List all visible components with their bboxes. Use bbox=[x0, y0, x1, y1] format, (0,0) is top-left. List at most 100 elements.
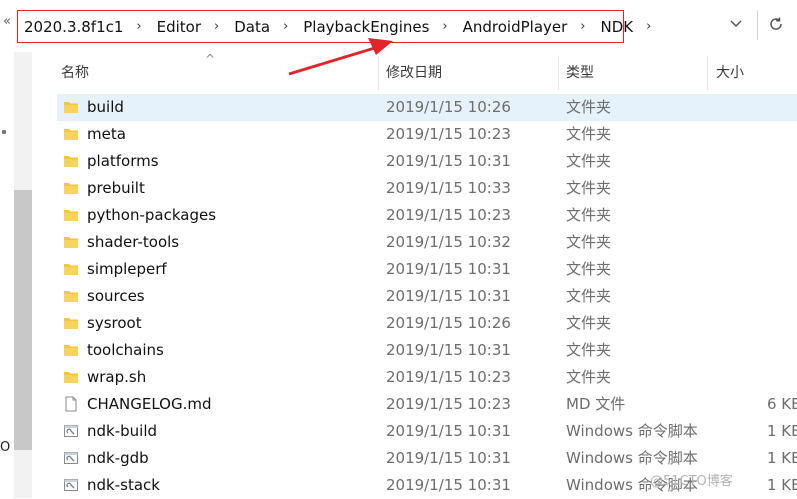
folder-icon bbox=[63, 369, 79, 385]
file-row[interactable]: ndk-gdb 2019/1/15 10:31 Windows 命令脚本 1 KB bbox=[57, 445, 797, 472]
file-size: 1 KB bbox=[767, 422, 797, 440]
address-bar: « 2020.3.8f1c1 › Editor › Data › Playbac… bbox=[0, 0, 797, 50]
file-type: 文件夹 bbox=[566, 98, 612, 116]
file-date: 2019/1/15 10:23 bbox=[386, 125, 511, 143]
breadcrumb-separator-icon[interactable]: › bbox=[431, 19, 460, 34]
file-date: 2019/1/15 10:31 bbox=[386, 260, 511, 278]
script-icon bbox=[63, 423, 79, 439]
file-type: 文件夹 bbox=[566, 206, 612, 224]
file-row[interactable]: platforms 2019/1/15 10:31 文件夹 bbox=[57, 148, 797, 175]
file-name: ndk-gdb bbox=[87, 449, 149, 467]
breadcrumb-separator-icon[interactable]: › bbox=[125, 19, 154, 34]
sort-ascending-icon: ^ bbox=[205, 52, 216, 66]
file-date: 2019/1/15 10:31 bbox=[386, 287, 511, 305]
file-date: 2019/1/15 10:33 bbox=[386, 179, 511, 197]
file-row[interactable]: build 2019/1/15 10:26 文件夹 bbox=[57, 94, 797, 121]
breadcrumb-item-data[interactable]: Data bbox=[232, 18, 272, 36]
breadcrumb-item-2020.3.8f1c1[interactable]: 2020.3.8f1c1 bbox=[22, 18, 125, 36]
file-row[interactable]: CHANGELOG.md 2019/1/15 10:23 MD 文件 6 KB bbox=[57, 391, 797, 418]
breadcrumb-separator-icon[interactable]: › bbox=[635, 19, 664, 34]
file-date: 2019/1/15 10:23 bbox=[386, 395, 511, 413]
file-date: 2019/1/15 10:26 bbox=[386, 98, 511, 116]
file-row[interactable]: meta 2019/1/15 10:23 文件夹 bbox=[57, 121, 797, 148]
column-divider[interactable] bbox=[378, 56, 379, 90]
file-size: 6 KB bbox=[767, 395, 797, 413]
folder-icon bbox=[63, 99, 79, 115]
script-icon bbox=[63, 450, 79, 466]
file-type: 文件夹 bbox=[566, 179, 612, 197]
file-row[interactable]: ndk-build 2019/1/15 10:31 Windows 命令脚本 1 KB bbox=[57, 418, 797, 445]
file-row[interactable]: simpleperf 2019/1/15 10:31 文件夹 bbox=[57, 256, 797, 283]
breadcrumb-separator-icon[interactable]: › bbox=[272, 19, 301, 34]
folder-icon bbox=[63, 207, 79, 223]
script-icon bbox=[63, 477, 79, 493]
file-row[interactable]: toolchains 2019/1/15 10:31 文件夹 bbox=[57, 337, 797, 364]
folder-icon bbox=[63, 180, 79, 196]
nav-item-partial-label[interactable]: O bbox=[0, 440, 10, 455]
breadcrumb-item-playbackengines[interactable]: PlaybackEngines bbox=[301, 18, 431, 36]
file-type: 文件夹 bbox=[566, 287, 612, 305]
file-name: toolchains bbox=[87, 341, 164, 359]
file-name: platforms bbox=[87, 152, 159, 170]
file-row[interactable]: sources 2019/1/15 10:31 文件夹 bbox=[57, 283, 797, 310]
file-date: 2019/1/15 10:26 bbox=[386, 314, 511, 332]
file-name: ndk-build bbox=[87, 422, 158, 440]
breadcrumb-item-ndk[interactable]: NDK bbox=[599, 18, 636, 36]
file-type: 文件夹 bbox=[566, 314, 612, 332]
file-date: 2019/1/15 10:23 bbox=[386, 368, 511, 386]
column-header-type[interactable]: 类型 bbox=[566, 62, 594, 82]
file-row[interactable]: python-packages 2019/1/15 10:23 文件夹 bbox=[57, 202, 797, 229]
file-name: shader-tools bbox=[87, 233, 180, 251]
file-date: 2019/1/15 10:31 bbox=[386, 476, 511, 494]
column-divider[interactable] bbox=[707, 56, 708, 90]
column-header-date[interactable]: 修改日期 bbox=[386, 62, 442, 82]
refresh-icon bbox=[770, 17, 782, 30]
breadcrumb-item-androidplayer[interactable]: AndroidPlayer bbox=[461, 18, 570, 36]
file-row[interactable]: sysroot 2019/1/15 10:26 文件夹 bbox=[57, 310, 797, 337]
file-name: wrap.sh bbox=[87, 368, 147, 386]
file-name: prebuilt bbox=[87, 179, 145, 197]
nav-scrollbar-thumb[interactable] bbox=[14, 190, 32, 450]
file-size: 1 KB bbox=[767, 449, 797, 467]
folder-icon bbox=[63, 126, 79, 142]
file-date: 2019/1/15 10:31 bbox=[386, 422, 511, 440]
file-name: simpleperf bbox=[87, 260, 167, 278]
nav-pin-icon bbox=[2, 130, 6, 134]
file-row[interactable]: prebuilt 2019/1/15 10:33 文件夹 bbox=[57, 175, 797, 202]
file-size: 1 KB bbox=[767, 476, 797, 494]
file-date: 2019/1/15 10:32 bbox=[386, 233, 511, 251]
column-header-size[interactable]: 大小 bbox=[716, 62, 744, 82]
folder-icon bbox=[63, 261, 79, 277]
address-history-dropdown[interactable] bbox=[726, 14, 746, 34]
file-name: build bbox=[87, 98, 124, 116]
file-row[interactable]: wrap.sh 2019/1/15 10:23 文件夹 bbox=[57, 364, 797, 391]
watermark: @51CTO博客 bbox=[650, 474, 733, 489]
file-date: 2019/1/15 10:31 bbox=[386, 152, 511, 170]
document-icon bbox=[63, 396, 79, 412]
breadcrumb: 2020.3.8f1c1 › Editor › Data › PlaybackE… bbox=[17, 10, 651, 43]
refresh-button[interactable] bbox=[765, 13, 787, 35]
breadcrumb-separator-icon[interactable]: › bbox=[569, 19, 598, 34]
divider bbox=[757, 10, 758, 40]
file-name: CHANGELOG.md bbox=[87, 395, 212, 413]
file-type: 文件夹 bbox=[566, 368, 612, 386]
column-divider[interactable] bbox=[558, 56, 559, 90]
folder-icon bbox=[63, 288, 79, 304]
folder-icon bbox=[63, 234, 79, 250]
breadcrumb-item-editor[interactable]: Editor bbox=[155, 18, 203, 36]
file-type: 文件夹 bbox=[566, 260, 612, 278]
file-name: sysroot bbox=[87, 314, 142, 332]
file-date: 2019/1/15 10:31 bbox=[386, 449, 511, 467]
column-header-name[interactable]: 名称 bbox=[61, 62, 89, 82]
folder-icon bbox=[63, 315, 79, 331]
file-type: 文件夹 bbox=[566, 341, 612, 359]
file-name: meta bbox=[87, 125, 126, 143]
file-type: 文件夹 bbox=[566, 152, 612, 170]
file-name: sources bbox=[87, 287, 145, 305]
file-type: Windows 命令脚本 bbox=[566, 422, 698, 440]
file-row[interactable]: shader-tools 2019/1/15 10:32 文件夹 bbox=[57, 229, 797, 256]
file-type: 文件夹 bbox=[566, 233, 612, 251]
file-name: ndk-stack bbox=[87, 476, 160, 494]
breadcrumb-separator-icon[interactable]: › bbox=[203, 19, 232, 34]
breadcrumb-overflow-button[interactable]: « bbox=[3, 14, 11, 29]
